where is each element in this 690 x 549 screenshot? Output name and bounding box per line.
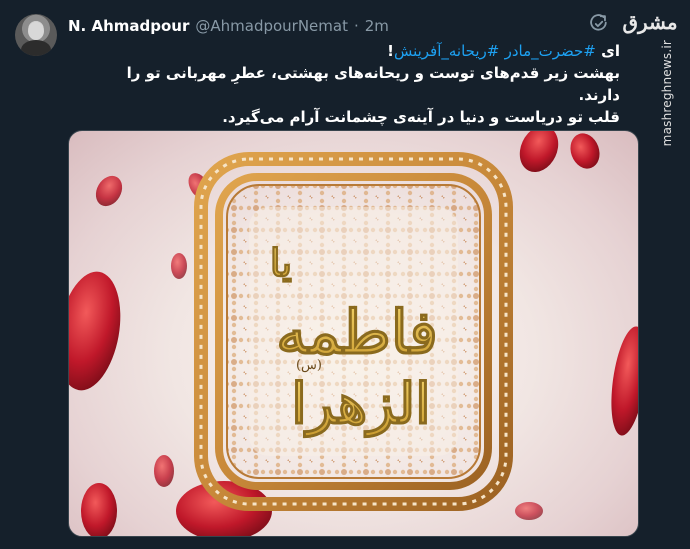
calligraphy-honorific: (س)	[296, 358, 322, 373]
petal	[515, 502, 543, 520]
avatar-head	[28, 22, 44, 40]
petal	[611, 326, 638, 436]
petal	[570, 133, 600, 169]
watermark-site: mashreghnews.ir	[660, 40, 674, 147]
avatar-body	[21, 40, 51, 56]
petal	[95, 175, 123, 207]
text-prefix: ای	[601, 42, 620, 60]
petal	[81, 483, 117, 536]
timestamp[interactable]: 2m	[365, 17, 389, 35]
avatar[interactable]	[15, 14, 57, 56]
tweet-line-1: ای #حضرت_مادر #ریحانه_آفرینش!	[120, 40, 620, 62]
separator-dot: ·	[353, 17, 359, 35]
tweet-card[interactable]: N. Ahmadpour @AhmadpourNemat · 2m مشرق m…	[0, 0, 690, 549]
watermark-logo: مشرق	[622, 10, 678, 34]
petal	[519, 131, 559, 173]
calligraphy-alzahra: الزهرا	[291, 371, 431, 438]
tweet-line-3: قلب تو دریاست و دنیا در آینه‌ی چشمانت آر…	[222, 108, 620, 126]
user-handle[interactable]: @AhmadpourNemat	[195, 17, 348, 35]
calligraphy-artwork: یا فاطمه الزهرا (س)	[69, 131, 638, 536]
petal	[171, 253, 187, 279]
display-name[interactable]: N. Ahmadpour	[68, 17, 189, 35]
watermark: مشرق mashreghnews.ir	[614, 10, 686, 146]
tweet-line-2: بهشت زیر قدم‌های توست و ریحانه‌های بهشتی…	[126, 64, 620, 104]
text-suffix: !	[387, 42, 394, 60]
tweet-image[interactable]: یا فاطمه الزهرا (س)	[68, 130, 639, 537]
hashtag-reyhaneh-afarinesh[interactable]: #ریحانه_آفرینش	[394, 42, 499, 60]
tweet-header: N. Ahmadpour @AhmadpourNemat · 2m	[68, 16, 389, 36]
tweet-text: ای #حضرت_مادر #ریحانه_آفرینش! بهشت زیر ق…	[120, 40, 620, 128]
calligraphy-ya: یا	[270, 240, 292, 285]
petal	[154, 455, 174, 487]
hashtag-hazrat-madar[interactable]: #حضرت_مادر	[505, 42, 596, 60]
retweet-icon[interactable]	[588, 13, 610, 35]
petal	[69, 271, 121, 391]
